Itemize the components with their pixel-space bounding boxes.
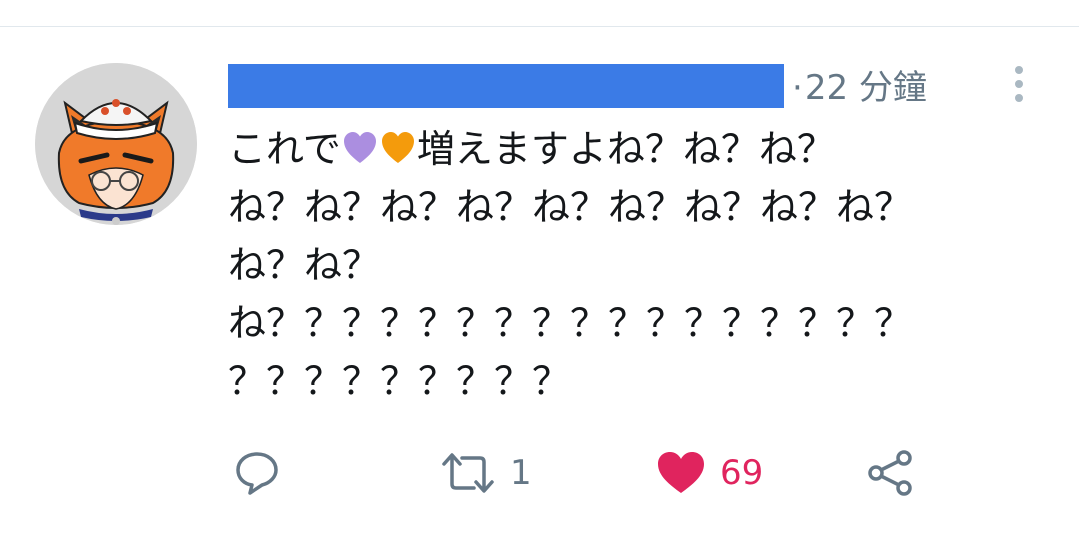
tweet-text-line: これで 増えますよね？ね？ね？ xyxy=(228,120,1028,178)
tweet-timestamp[interactable]: ·22 分鐘 xyxy=(792,66,927,110)
tweet-text-line: ね？？？？？？？？？？？？？？？？？ xyxy=(228,301,913,345)
fox-avatar-image xyxy=(35,63,197,225)
like-count: 69 xyxy=(720,453,764,493)
more-options-icon[interactable] xyxy=(1008,66,1030,104)
like-button[interactable]: 69 xyxy=(656,448,763,498)
timestamp-separator: · xyxy=(792,68,803,108)
top-divider xyxy=(0,26,1079,27)
author-name-redaction-tail xyxy=(728,96,784,108)
reply-icon xyxy=(236,452,278,495)
tweet-text-segment: 増えますよね？ね？ね？ xyxy=(416,127,835,171)
tweet-text: これで 増えますよね？ね？ね？ ね？ね？ね？ね？ね？ね？ね？ね？ね？ ね？ね？ ね… xyxy=(228,120,1028,410)
share-icon xyxy=(868,450,912,496)
tweet-text-line: ね？ね？ xyxy=(228,243,381,287)
tweet-view: ·22 分鐘 これで 増えますよね？ね？ね？ ね？ね？ね？ね？ね？ね？ね？ね？ね？… xyxy=(0,0,1079,533)
heart-icon xyxy=(658,452,704,493)
avatar[interactable] xyxy=(35,63,197,225)
tweet-text-line: ね？ね？ね？ね？ね？ね？ね？ね？ね？ xyxy=(228,185,913,229)
purple-heart-icon xyxy=(343,132,376,163)
tweet-actions: 1 69 xyxy=(0,448,1079,498)
tweet-text-segment: これで xyxy=(228,127,341,171)
share-button[interactable] xyxy=(866,448,928,498)
tweet-text-line: ？？？？？？？？？ xyxy=(228,359,571,403)
reply-button[interactable] xyxy=(234,448,294,498)
author-name-redaction[interactable] xyxy=(228,64,784,108)
orange-heart-icon xyxy=(381,132,414,163)
retweet-button[interactable]: 1 xyxy=(440,448,532,498)
retweet-count: 1 xyxy=(510,453,532,493)
retweet-icon xyxy=(442,453,494,493)
timestamp-text: 22 分鐘 xyxy=(804,68,927,108)
